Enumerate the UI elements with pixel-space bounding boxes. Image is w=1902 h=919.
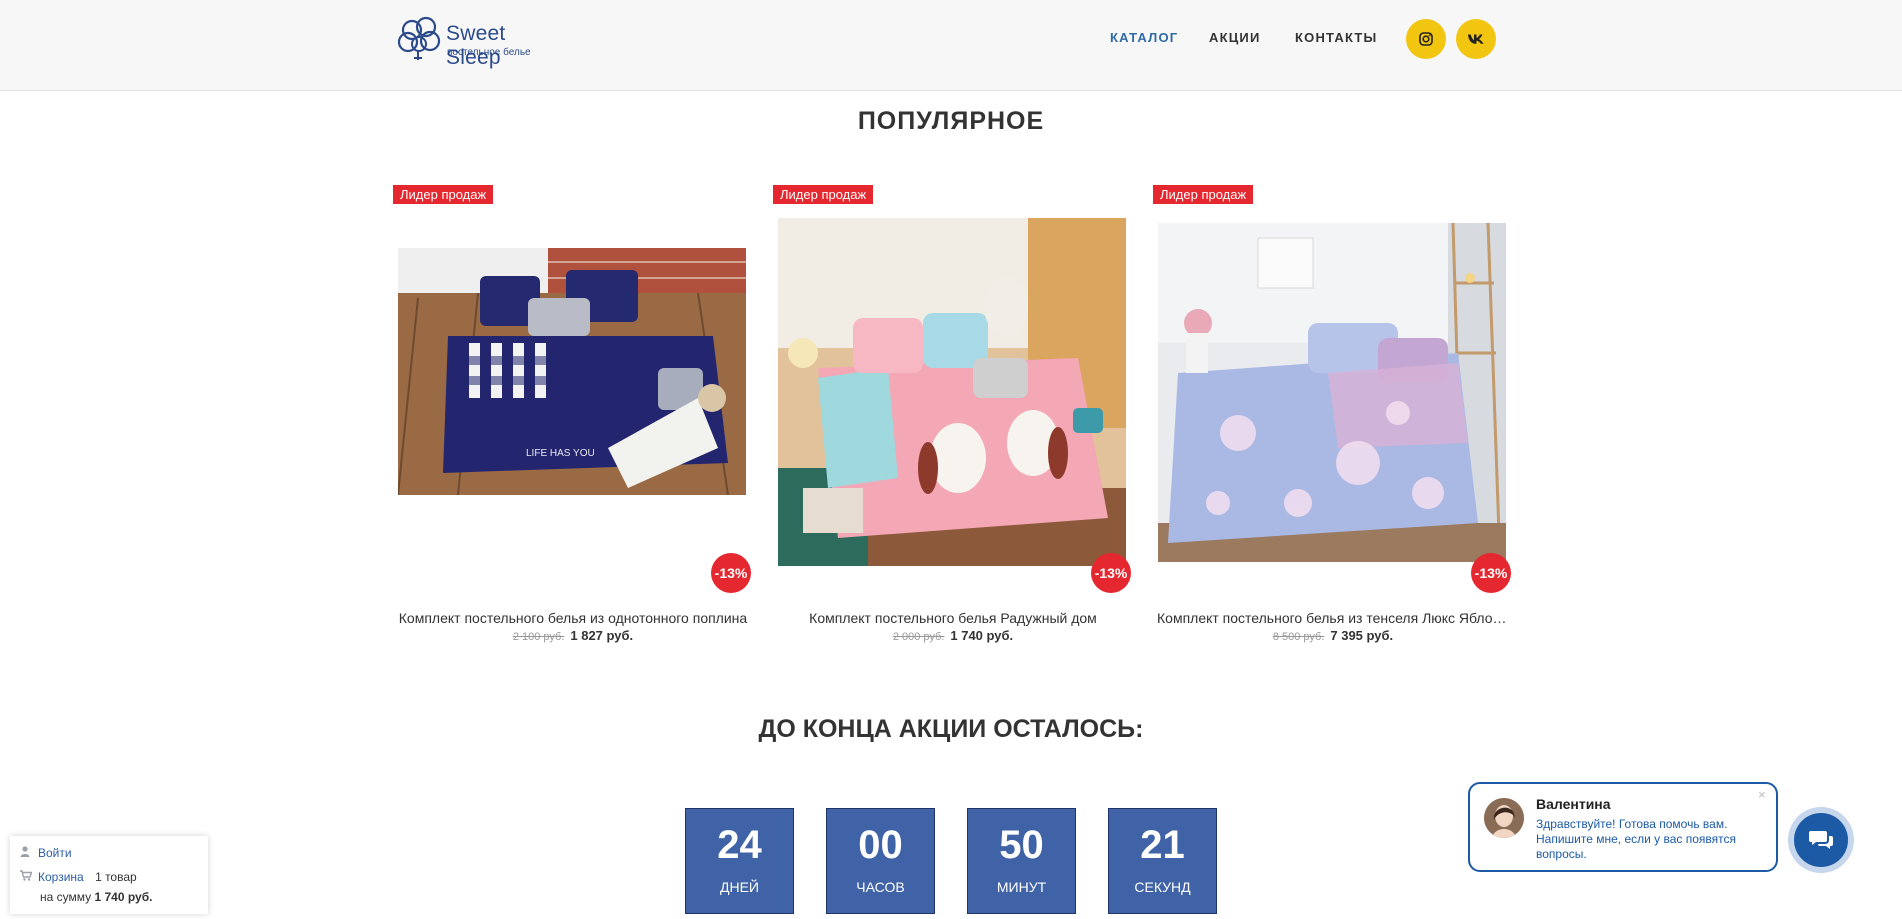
product-name[interactable]: Комплект постельного белья Радужный дом [777,610,1129,626]
discount-badge: -13% [711,553,751,593]
old-price: 8 500 руб. [1272,631,1325,643]
cotton-logo-icon [397,16,441,60]
vk-icon [1468,34,1484,44]
countdown-hours: 00 ЧАСОВ [826,808,935,914]
countdown-value: 50 [999,823,1044,867]
chat-open-button[interactable] [1788,807,1854,873]
bestseller-badge: Лидер продаж [393,185,494,204]
countdown-label: СЕКУНД [1134,879,1191,895]
chat-icon [1809,831,1833,849]
svg-text:LIFE HAS YOU: LIFE HAS YOU [526,448,595,459]
vk-link[interactable] [1456,19,1496,59]
product-image[interactable]: LIFE HAS YOU [398,248,746,495]
product-price: 8 500 руб. 7 395 руб. [1153,628,1513,643]
nav-contacts[interactable]: КОНТАКТЫ [1295,30,1377,45]
countdown-title: ДО КОНЦА АКЦИИ ОСТАЛОСЬ: [758,715,1144,743]
cart-sum-row: на сумму 1 740 руб. [40,890,152,904]
product-image[interactable] [1158,223,1506,562]
current-price: 1 827 руб. [570,628,634,643]
cart-sum-prefix: на сумму [40,890,92,904]
user-cart-widget: Войти Корзина 1 товар на сумму 1 740 руб… [10,836,208,914]
old-price: 2 000 руб. [892,631,945,643]
cart-icon [20,870,38,884]
login-row[interactable]: Войти [20,846,72,860]
current-price: 1 740 руб. [950,628,1014,643]
product-card[interactable]: Лидер продаж -13% Комплект постельного б… [773,180,1133,650]
product-name[interactable]: Комплект постельного белья из тенселя Лю… [1157,610,1509,626]
chat-operator-name: Валентина [1536,796,1611,812]
site-logo[interactable]: Sweet Sleep постельное белье [396,14,566,69]
logo-brand: Sweet Sleep [446,22,506,69]
chat-bubble[interactable]: Валентина Здравствуйте! Готова помочь ва… [1468,782,1778,872]
product-card[interactable]: Лидер продаж LIFE HAS YOU -13% Комплект … [393,180,753,650]
nav-catalog[interactable]: КАТАЛОГ [1110,30,1178,45]
current-price: 7 395 руб. [1330,628,1394,643]
countdown-label: МИНУТ [996,879,1047,895]
product-price: 2 100 руб. 1 827 руб. [393,628,753,643]
nav-promotions[interactable]: АКЦИИ [1209,30,1261,45]
countdown-value: 00 [858,823,903,867]
cart-sum: 1 740 руб. [94,890,153,904]
countdown-minutes: 50 МИНУТ [967,808,1076,914]
cart-count: 1 товар [95,870,137,884]
login-link[interactable]: Войти [38,846,72,860]
avatar [1484,798,1524,838]
product-price: 2 000 руб. 1 740 руб. [773,628,1133,643]
countdown-seconds: 21 СЕКУНД [1108,808,1217,914]
product-name[interactable]: Комплект постельного белья из однотонног… [397,610,749,626]
countdown-days: 24 ДНЕЙ [685,808,794,914]
discount-badge: -13% [1471,553,1511,593]
close-icon[interactable]: × [1758,787,1766,802]
cart-row[interactable]: Корзина 1 товар [20,870,137,884]
cart-link[interactable]: Корзина [38,870,84,884]
user-icon [20,846,38,860]
discount-badge: -13% [1091,553,1131,593]
bestseller-badge: Лидер продаж [773,185,874,204]
old-price: 2 100 руб. [512,631,565,643]
countdown-value: 21 [1140,823,1185,867]
product-card[interactable]: Лидер продаж -13% Комплект постельного б… [1153,180,1513,650]
chat-button-inner[interactable] [1794,813,1848,867]
site-header: Sweet Sleep постельное белье КАТАЛОГ АКЦ… [0,0,1902,91]
bestseller-badge: Лидер продаж [1153,185,1254,204]
popular-title: ПОПУЛЯРНОЕ [857,107,1045,135]
instagram-link[interactable] [1406,19,1446,59]
countdown-label: ДНЕЙ [720,879,759,895]
instagram-icon [1419,32,1433,46]
chat-message: Здравствуйте! Готова помочь вам. Напишит… [1536,817,1737,861]
logo-tagline: постельное белье [447,47,531,58]
countdown-value: 24 [717,823,762,867]
product-image[interactable] [778,218,1126,566]
countdown-label: ЧАСОВ [856,879,905,895]
